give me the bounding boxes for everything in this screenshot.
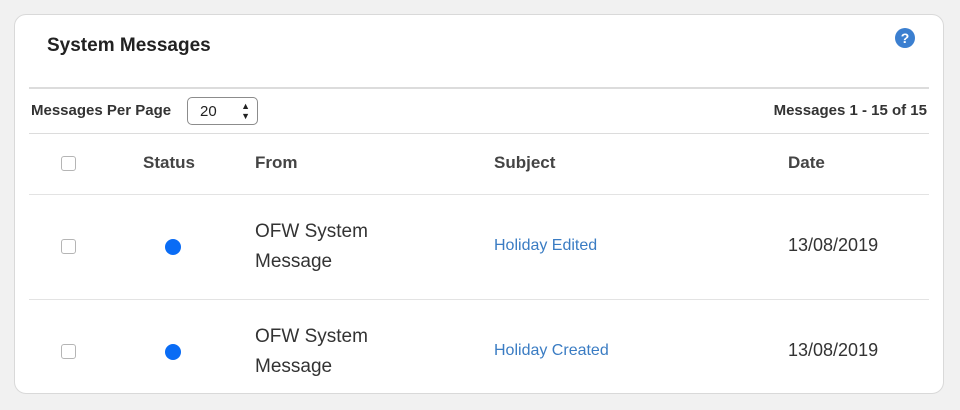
panel-title: System Messages [47, 35, 211, 56]
message-date: 13/08/2019 [788, 235, 879, 255]
table-header-row: Status From Subject Date [29, 134, 929, 195]
messages-table: Status From Subject Date OFW System Mess… [29, 134, 929, 393]
select-all-checkbox[interactable] [61, 156, 76, 171]
message-subject-link[interactable]: Holiday Edited [494, 237, 597, 255]
pagination-summary: Messages 1 - 15 of 15 [773, 102, 927, 119]
panel-header: System Messages ? [29, 15, 929, 89]
unread-status-icon [165, 239, 181, 255]
messages-toolbar: Messages Per Page 20 ▲ ▼ Messages 1 - 15 … [29, 89, 929, 134]
unread-status-icon [165, 344, 181, 360]
column-header-status: Status [143, 153, 195, 172]
table-row: OFW System Message Holiday Edited 13/08/… [29, 195, 929, 300]
column-header-from: From [255, 153, 298, 172]
question-circle-icon[interactable]: ? [895, 28, 915, 48]
per-page-value: 20 [200, 103, 217, 120]
column-header-subject: Subject [494, 153, 556, 172]
select-arrows-icon: ▲ ▼ [241, 101, 250, 121]
message-date: 13/08/2019 [788, 340, 879, 360]
message-from: OFW System Message [255, 221, 368, 272]
message-from: OFW System Message [255, 326, 368, 377]
message-subject-link[interactable]: Holiday Created [494, 342, 609, 360]
row-checkbox[interactable] [61, 344, 76, 359]
per-page-label: Messages Per Page [31, 102, 172, 119]
table-row: OFW System Message Holiday Created 13/08… [29, 300, 929, 393]
column-header-date: Date [788, 153, 825, 172]
per-page-select[interactable]: 20 ▲ ▼ [187, 97, 258, 125]
row-checkbox[interactable] [61, 239, 76, 254]
system-messages-panel: System Messages ? Messages Per Page 20 ▲… [14, 14, 944, 394]
